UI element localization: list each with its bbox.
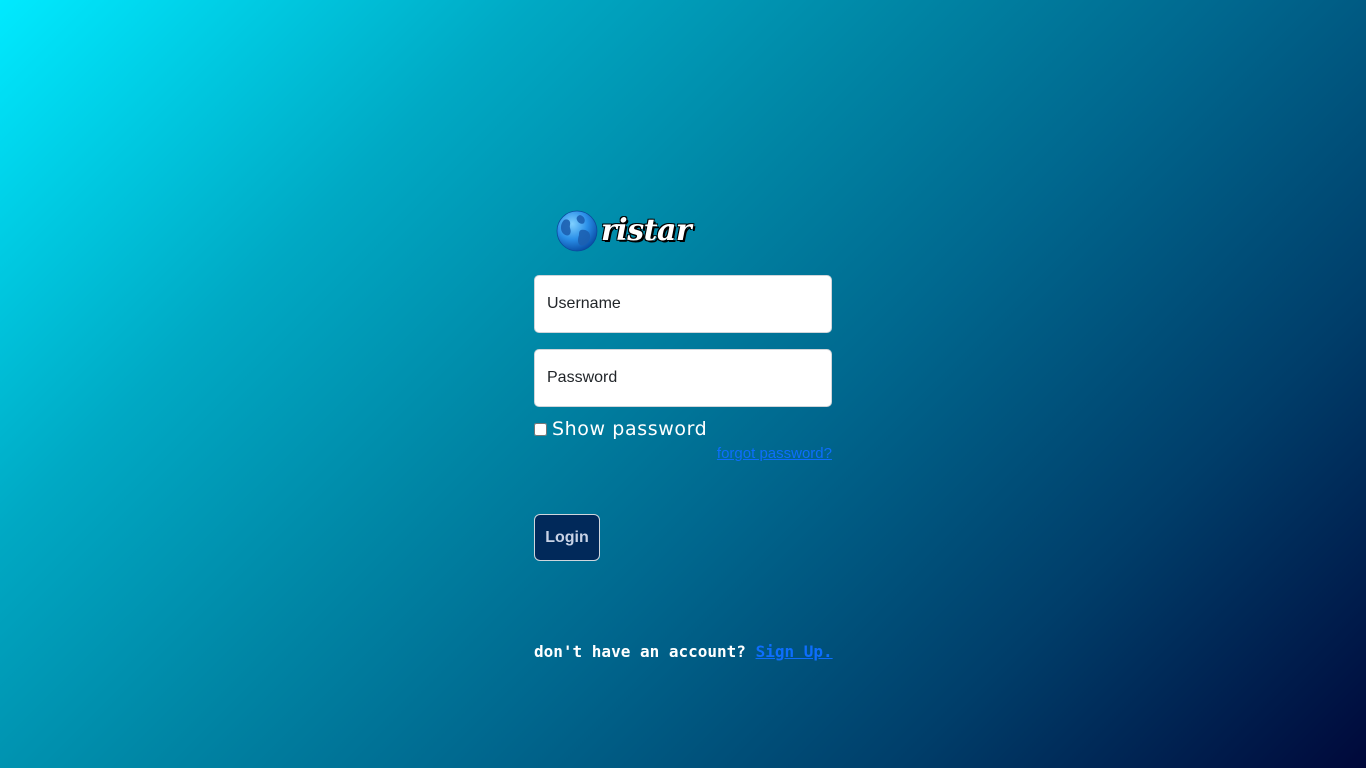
signup-row: don't have an account? Sign Up. xyxy=(534,642,833,661)
password-input[interactable] xyxy=(534,349,832,407)
signup-prompt: don't have an account? xyxy=(534,642,756,661)
username-input[interactable] xyxy=(534,275,832,333)
show-password-checkbox[interactable] xyxy=(534,422,547,436)
login-button[interactable]: Login xyxy=(534,514,600,561)
signup-link[interactable]: Sign Up. xyxy=(756,642,833,661)
brand-logo: ristar xyxy=(556,209,692,253)
brand-name: ristar xyxy=(601,213,692,248)
show-password-toggle[interactable]: Show password xyxy=(534,418,707,440)
forgot-password-link[interactable]: forgot password? xyxy=(717,445,832,462)
show-password-label: Show password xyxy=(552,418,708,440)
globe-icon xyxy=(556,210,598,252)
